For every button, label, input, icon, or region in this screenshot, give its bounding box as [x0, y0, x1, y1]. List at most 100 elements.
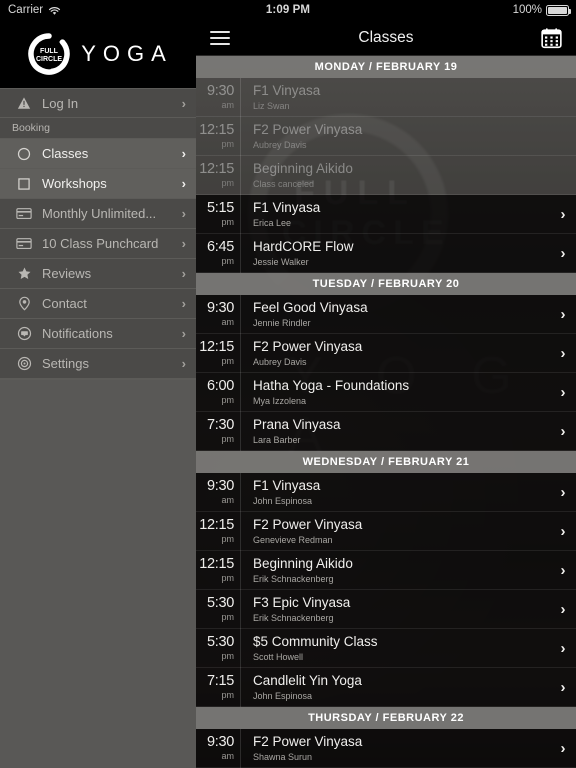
class-row[interactable]: 12:15 pm Beginning Aikido Erik Schnackenber… [196, 550, 576, 590]
class-time-value: 12:15 [199, 122, 234, 139]
class-info: Hatha Yoga - Foundations Mya Izzolena [241, 378, 550, 406]
class-time: 5:15 pm [196, 201, 240, 227]
sidebar-item-notifications[interactable]: Notifications › [0, 319, 196, 349]
class-time: 5:30 pm [196, 635, 240, 661]
class-row[interactable]: 12:15 pm F2 Power Vinyasa Aubrey Davis › [196, 333, 576, 373]
sidebar-item-label: Monthly Unlimited... [42, 206, 157, 221]
chevron-right-icon[interactable]: › [550, 384, 576, 401]
class-row[interactable]: 9:30 am F2 Power Vinyasa Shawna Surun › [196, 728, 576, 768]
hamburger-menu-icon[interactable] [210, 30, 230, 45]
class-time-meridiem: pm [221, 355, 234, 366]
chat-bubble-icon [10, 326, 38, 341]
chevron-right-icon[interactable]: › [550, 523, 576, 540]
class-time-meridiem: pm [221, 689, 234, 700]
sidebar-section-booking: Booking [0, 118, 196, 139]
content-pane: Classes FULL CIRCLE [196, 20, 576, 768]
schedule-list[interactable]: MONDAY / FEBRUARY 19 9:30 am F1 Vinyasa Liz … [196, 56, 576, 768]
class-time-meridiem: pm [221, 433, 234, 444]
chevron-right-icon[interactable]: › [550, 740, 576, 757]
class-time-value: 9:30 [206, 478, 234, 495]
sidebar-item-reviews[interactable]: Reviews › [0, 259, 196, 289]
chevron-right-icon: › [181, 176, 186, 191]
class-row[interactable]: 6:45 pm HardCORE Flow Jessie Walker › [196, 233, 576, 273]
class-time-meridiem: am [221, 750, 234, 761]
class-title: Feel Good Vinyasa [253, 299, 368, 315]
class-time-meridiem: pm [221, 255, 234, 266]
square-icon [10, 177, 38, 191]
class-row[interactable]: 5:15 pm F1 Vinyasa Erica Lee › [196, 194, 576, 234]
class-time: 7:30 pm [196, 418, 240, 444]
class-time-value: 9:30 [206, 734, 234, 751]
sidebar-item-contact[interactable]: Contact › [0, 289, 196, 319]
chevron-right-icon[interactable]: › [550, 484, 576, 501]
sidebar-item-settings[interactable]: Settings › [0, 349, 196, 379]
sidebar-item-workshops[interactable]: Workshops › [0, 169, 196, 199]
class-row[interactable]: 9:30 am Feel Good Vinyasa Jennie Rindler › [196, 294, 576, 334]
class-time-value: 6:00 [206, 378, 234, 395]
chevron-right-icon[interactable]: › [550, 640, 576, 657]
class-info: F1 Vinyasa Liz Swan [241, 83, 550, 111]
sidebar-drawer: FULL CIRCLE YOGA Log In › Booking Classe… [0, 20, 196, 768]
class-time-meridiem: pm [221, 138, 234, 149]
class-title: F1 Vinyasa [253, 199, 321, 215]
sidebar-item-log-in[interactable]: Log In › [0, 88, 196, 118]
class-time: 12:15 pm [196, 123, 240, 149]
class-instructor: Aubrey Davis [253, 140, 307, 151]
chevron-right-icon: › [181, 296, 186, 311]
class-title: F2 Power Vinyasa [253, 121, 363, 137]
class-row[interactable]: 9:30 am F1 Vinyasa John Espinosa › [196, 472, 576, 512]
chevron-right-icon[interactable]: › [550, 206, 576, 223]
class-time-value: 5:30 [206, 595, 234, 612]
class-title: Hatha Yoga - Foundations [253, 377, 410, 393]
brand-header: FULL CIRCLE YOGA [0, 20, 196, 88]
class-info: Beginning Aikido Erik Schnackenberg [241, 556, 550, 584]
chevron-right-icon[interactable]: › [550, 306, 576, 323]
chevron-right-icon[interactable]: › [550, 562, 576, 579]
class-info: F2 Power Vinyasa Aubrey Davis [241, 122, 550, 150]
class-time-meridiem: am [221, 494, 234, 505]
class-time: 12:15 pm [196, 557, 240, 583]
class-row[interactable]: 5:30 pm F3 Epic Vinyasa Erik Schnackenberg › [196, 589, 576, 629]
sidebar-item-10-class-punchcard[interactable]: 10 Class Punchcard › [0, 229, 196, 259]
sidebar-item-label: Log In [42, 95, 79, 111]
credit-card-icon [10, 207, 38, 220]
calendar-icon[interactable] [541, 27, 562, 49]
class-instructor: Erik Schnackenberg [253, 613, 334, 624]
class-title: Beginning Aikido [253, 555, 353, 571]
chevron-right-icon[interactable]: › [550, 679, 576, 696]
star-icon [10, 266, 38, 281]
chevron-right-icon[interactable]: › [550, 245, 576, 262]
class-time: 9:30 am [196, 479, 240, 505]
class-info: F2 Power Vinyasa Shawna Surun [241, 734, 550, 762]
class-row[interactable]: 12:15 pm F2 Power Vinyasa Genevieve Redman › [196, 511, 576, 551]
class-time-value: 12:15 [199, 517, 234, 534]
chevron-right-icon[interactable]: › [550, 601, 576, 618]
sidebar-item-classes[interactable]: Classes › [0, 139, 196, 169]
class-time-meridiem: pm [221, 650, 234, 661]
class-time-value: 7:15 [206, 673, 234, 690]
class-time-value: 9:30 [206, 300, 234, 317]
class-time: 6:00 pm [196, 379, 240, 405]
sidebar-item-label: 10 Class Punchcard [42, 236, 159, 251]
class-row[interactable]: 5:30 pm $5 Community Class Scott Howell › [196, 628, 576, 668]
class-instructor: Scott Howell [253, 652, 304, 663]
class-row[interactable]: 7:30 pm Prana Vinyasa Lara Barber › [196, 411, 576, 451]
chevron-right-icon: › [181, 206, 186, 221]
sidebar-item-monthly-unlimited[interactable]: Monthly Unlimited... › [0, 199, 196, 229]
sidebar-item-label: Settings [42, 356, 89, 371]
class-title: F3 Epic Vinyasa [253, 594, 351, 610]
class-info: Prana Vinyasa Lara Barber [241, 417, 550, 445]
class-info: F1 Vinyasa Erica Lee [241, 200, 550, 228]
drawer-empty-area [0, 379, 196, 759]
class-row[interactable]: 7:15 pm Candlelit Yin Yoga John Espinosa › [196, 667, 576, 707]
gear-icon [10, 356, 38, 371]
chevron-right-icon[interactable]: › [550, 423, 576, 440]
chevron-right-icon[interactable]: › [550, 345, 576, 362]
chevron-right-icon: › [181, 326, 186, 341]
status-bar-clock: 1:09 PM [265, 4, 311, 16]
class-title: F1 Vinyasa [253, 477, 321, 493]
class-instructor: Liz Swan [253, 101, 290, 112]
map-pin-icon [10, 296, 38, 311]
class-instructor: Shawna Surun [253, 752, 313, 763]
class-row[interactable]: 6:00 pm Hatha Yoga - Foundations Mya Izzole… [196, 372, 576, 412]
